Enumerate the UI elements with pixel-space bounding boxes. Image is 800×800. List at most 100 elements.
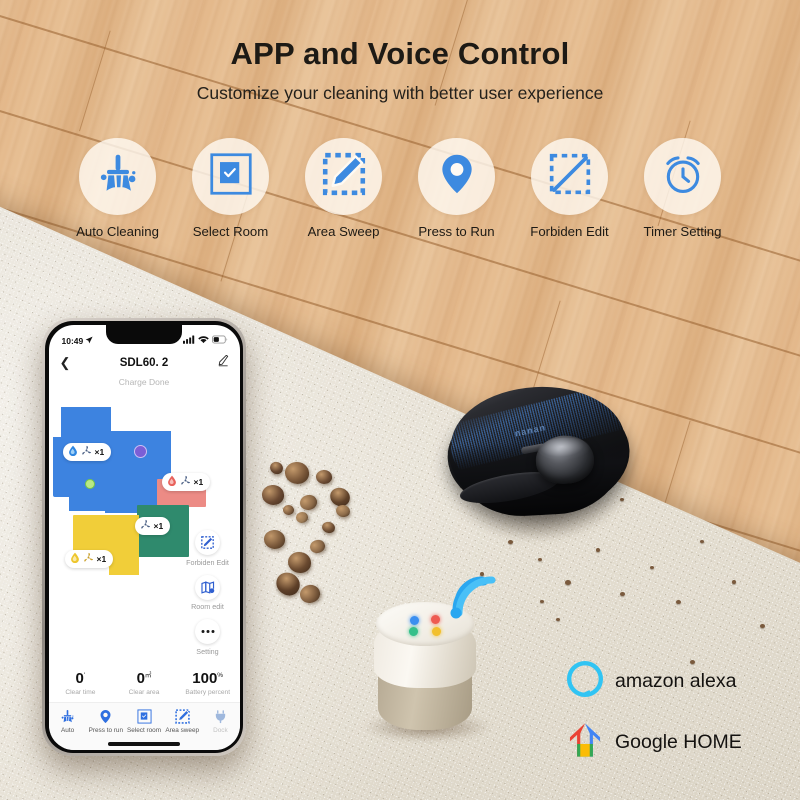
debris-crumb (760, 624, 765, 628)
battery-icon (211, 335, 228, 346)
side-button-label: Setting (196, 646, 219, 656)
feature-label: Timer Setting (643, 224, 722, 239)
room-badge-red[interactable]: ×1 (161, 472, 211, 491)
stat-number: 100 (192, 670, 218, 688)
dock-marker-icon (84, 478, 95, 489)
badge-count: ×1 (96, 553, 107, 564)
debris-crumb (650, 566, 654, 569)
feature-icon-circle (531, 138, 608, 215)
device-title: SDL60. 2 (119, 356, 169, 369)
page-title: APP and Voice Control (230, 36, 570, 71)
forbidden-edit-icon (195, 530, 220, 555)
map-pin-icon (87, 708, 125, 726)
side-button-label: Forbiden Edit (186, 557, 229, 567)
status-bar-left: 10:49 (62, 336, 94, 346)
stat-unit: ' (83, 672, 86, 680)
checked-square-icon (209, 152, 253, 201)
debris-crumb (620, 592, 625, 596)
brand-amazon-alexa: amazon alexa (566, 660, 742, 703)
debris-crumb (538, 558, 542, 561)
stat-label: Clear time (65, 688, 96, 696)
side-button-setting[interactable]: Setting (182, 619, 234, 656)
side-button-label: Room edit (191, 602, 224, 611)
map-pin-icon (435, 152, 479, 201)
smartphone-mockup: 10:49 ❮ SDL60. 2 Charge Done ×1 ×1 ×1 ×1… (42, 318, 246, 756)
tab-auto[interactable]: Auto (49, 708, 87, 734)
cellular-signal-icon (182, 335, 195, 346)
tab-press-to-run[interactable]: Press to run (87, 708, 125, 734)
debris-crumb (596, 548, 600, 552)
debris-crumb (565, 580, 571, 585)
stats-row: 0' Clear time 0㎡ Clear area 100% Battery… (49, 668, 240, 702)
stat-value: 0' (49, 671, 113, 686)
fan-icon (83, 552, 94, 565)
charge-status-text: Charge Done (118, 376, 170, 387)
speaker-led-red (431, 615, 440, 624)
tab-label: Area sweep (165, 726, 200, 734)
brand-google-home: Google HOME (566, 721, 742, 764)
side-button-room-edit[interactable]: Room edit (182, 574, 234, 611)
page-subtitle: Customize your cleaning with better user… (196, 82, 604, 103)
room-badge-blue[interactable]: ×1 (62, 442, 112, 461)
back-button[interactable]: ❮ (60, 356, 71, 369)
map-room-yellow[interactable] (108, 514, 139, 575)
tab-label: Press to run (88, 726, 124, 734)
phone-notch (106, 324, 182, 344)
debris-crumb (676, 600, 681, 604)
phone-frame: 10:49 ❮ SDL60. 2 Charge Done ×1 ×1 ×1 ×1… (45, 321, 243, 753)
cleaning-map[interactable]: ×1 ×1 ×1 ×1 Forbiden Edit Room edit Sett… (49, 387, 240, 668)
fan-icon (140, 519, 151, 532)
robot-position-icon (133, 444, 147, 458)
tab-area-sweep[interactable]: Area sweep (163, 708, 201, 734)
room-badge-yellow[interactable]: ×1 (64, 549, 114, 568)
alarm-clock-icon (661, 152, 705, 201)
home-indicator (108, 742, 180, 746)
status-bar-right (182, 335, 228, 346)
fan-icon (180, 475, 191, 488)
map-side-buttons: Forbiden Edit Room edit Setting (182, 530, 234, 664)
google-home-icon (566, 721, 604, 764)
stat-clear-area: 0㎡ Clear area (112, 671, 176, 696)
speaker-led-green (409, 627, 418, 636)
speaker-led-yellow (432, 627, 441, 636)
room-edit-icon (195, 574, 220, 600)
feature-label: Area Sweep (307, 224, 380, 239)
feature-icon-circle (305, 138, 382, 215)
feature-label: Forbiden Edit (530, 224, 609, 239)
wifi-signal-icon (446, 572, 504, 625)
debris-crumb (732, 580, 736, 584)
edit-button[interactable] (217, 354, 229, 372)
tab-select-room[interactable]: Select room (125, 708, 163, 734)
brand-label: amazon alexa (615, 670, 737, 692)
stat-label: Clear area (128, 688, 160, 696)
brand-label: Google HOME (615, 731, 742, 753)
feature-icon-circle (418, 138, 495, 215)
checked-square-icon (125, 708, 163, 726)
room-badge-green[interactable]: ×1 (134, 516, 171, 535)
feature-area-sweep: Area Sweep (300, 138, 388, 239)
side-button-forbiden-edit[interactable]: Forbiden Edit (182, 530, 234, 567)
headings-block: APP and Voice Control Customize your cle… (0, 36, 800, 104)
more-dots-icon (195, 619, 220, 644)
stat-battery-percent: 100% Battery percent (176, 671, 240, 696)
tab-label: Dock (213, 726, 228, 734)
broom-icon (49, 708, 87, 726)
feature-press-to-run: Press to Run (413, 138, 501, 239)
debris-crumb (540, 600, 544, 603)
tab-label: Select room (126, 726, 162, 734)
alexa-ring-icon (566, 660, 604, 703)
plug-icon (201, 708, 239, 726)
feature-icon-circle (79, 138, 156, 215)
feature-timer-setting: Timer Setting (639, 138, 727, 239)
debris-crumb (556, 618, 560, 621)
map-room-blue[interactable] (68, 490, 129, 511)
location-arrow-icon (85, 336, 93, 346)
tab-dock[interactable]: Dock (201, 708, 239, 734)
badge-count: ×1 (193, 476, 204, 487)
badge-count: ×1 (153, 520, 164, 531)
app-navbar: ❮ SDL60. 2 (49, 350, 240, 376)
status-time: 10:49 (61, 335, 84, 346)
dashed-square-pencil-icon (163, 708, 201, 726)
voice-assistant-brands: amazon alexa Google HOME (566, 660, 742, 782)
feature-label: Auto Cleaning (76, 224, 159, 239)
